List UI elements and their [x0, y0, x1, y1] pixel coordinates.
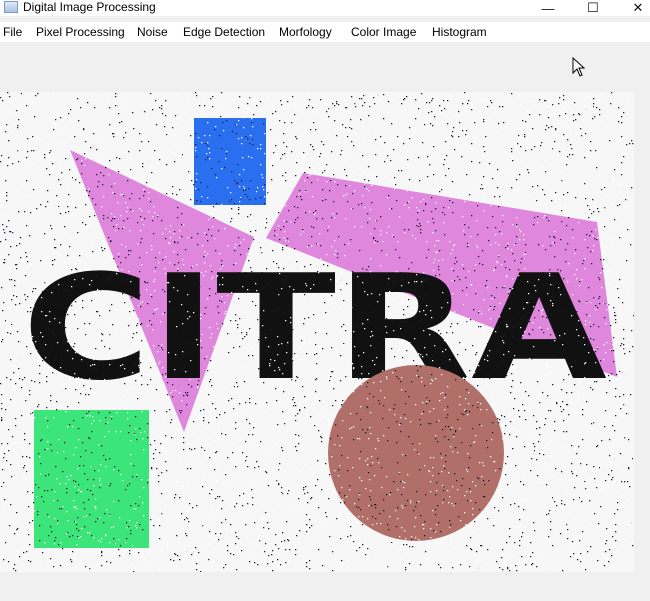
image-canvas: CITRA	[0, 92, 634, 572]
menu-noise[interactable]: Noise	[137, 25, 168, 40]
app-icon	[4, 1, 18, 13]
menu-color-image[interactable]: Color Image	[351, 25, 416, 40]
maximize-button[interactable]: ☐	[570, 0, 616, 16]
mouse-cursor-icon	[572, 57, 586, 77]
menu-bar: File Pixel Processing Noise Edge Detecti…	[0, 22, 650, 42]
blue-rectangle	[194, 118, 266, 205]
menu-pixel-processing[interactable]: Pixel Processing	[36, 25, 125, 40]
menu-histogram[interactable]: Histogram	[432, 25, 487, 40]
title-bar: Digital Image Processing — ☐ ✕	[0, 0, 650, 16]
menu-file[interactable]: File	[3, 25, 22, 40]
menu-morfology[interactable]: Morfology	[279, 25, 332, 40]
window-title: Digital Image Processing	[23, 0, 156, 14]
close-button[interactable]: ✕	[615, 0, 650, 16]
menu-edge-detection[interactable]: Edge Detection	[183, 25, 265, 40]
brown-circle	[328, 365, 504, 541]
minimize-button[interactable]: —	[525, 0, 571, 16]
image-display: CITRA	[0, 92, 634, 572]
